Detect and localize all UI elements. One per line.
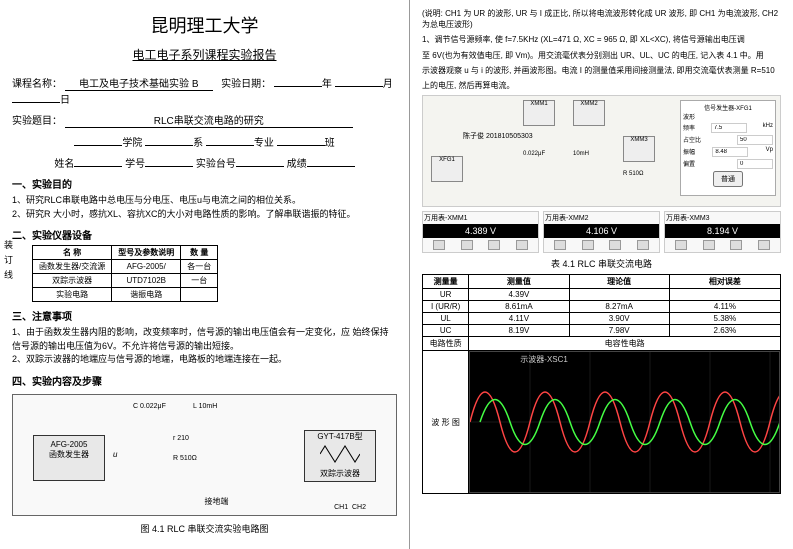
xfg1-box: XFG1 (431, 156, 463, 182)
section3-item1: 1、由于函数发生器内阻的影响，改变频率时，信号源的输出电压值会有一定变化，应 始… (12, 326, 397, 353)
table-row: UR4.39V (423, 289, 781, 301)
oscilloscope[interactable]: 示波器-XSC1 (469, 351, 780, 493)
sim-l: 10mH (573, 151, 589, 157)
meter-xmm2[interactable]: 万用表-XMM24.106 V (543, 211, 660, 253)
xmm2-box: XMM2 (573, 100, 605, 126)
college-field[interactable] (74, 145, 122, 146)
xmm3-box: XMM3 (623, 136, 655, 162)
section4-title: 四、实验内容及步骤 (12, 373, 397, 388)
sim-r: R 510Ω (623, 171, 644, 177)
section1-item1: 1、研究RLC串联电路中总电压与分电压、电压u与电流之间的相位关系。 (12, 194, 397, 208)
amp-input[interactable] (712, 147, 748, 157)
waveform-label: 波形 (683, 112, 773, 121)
topic-row: 实验题目： RLC串联交流电路的研究 (12, 112, 397, 128)
table-row: 实验电路谐振电路 (33, 288, 218, 302)
equipment-table: 名 称型号及参数说明数 量 函数发生器/交流源AFG-2005/各一台 双踪示波… (32, 245, 218, 302)
ch-labels: CH1 CH2 (334, 504, 366, 511)
desc-4: 示波器观察 u 与 i 的波形, 并画波形图。电流 I 的测量值采用间接测量法,… (422, 65, 781, 76)
bench-field[interactable] (236, 166, 284, 167)
affiliation-row: 学院 系 专业 班 (12, 134, 397, 149)
day-field[interactable] (12, 102, 60, 103)
l-label: L 10mH (193, 403, 217, 410)
scope-waveform (470, 352, 779, 492)
major-field[interactable] (206, 145, 254, 146)
section1-title: 一、实验目的 (12, 176, 397, 191)
meter-btn[interactable] (433, 240, 445, 250)
freq-input[interactable] (711, 123, 747, 133)
offset-input[interactable] (737, 159, 773, 169)
score-field[interactable] (307, 166, 355, 167)
ground-label: 接地端 (205, 496, 229, 507)
dept-field[interactable] (145, 145, 193, 146)
class-field[interactable] (277, 145, 325, 146)
section3-title: 三、注意事项 (12, 308, 397, 323)
id-field[interactable] (145, 166, 193, 167)
simulation-diagram: XMM1 XMM2 XMM3 XFG1 陈子俊 201810505303 0.0… (422, 95, 781, 207)
section2-title: 二、实验仪器设备 (12, 227, 397, 242)
duty-input[interactable] (737, 135, 773, 145)
sim-c: 0.022μF (523, 151, 545, 157)
date-label: 实验日期： (221, 79, 271, 90)
waveform-cell-label: 波 形 图 (423, 351, 469, 494)
topic-value: RLC串联交流电路的研究 (65, 112, 353, 128)
afg-box: AFG-2005函数发生器 (33, 435, 105, 481)
course-value: 电工及电子技术基础实验 B (65, 75, 213, 91)
circuit-diagram: AFG-2005函数发生器 GYT-417B型双踪示波器 C 0.022μF L… (12, 394, 397, 516)
signal-gen-panel[interactable]: 信号发生器-XFG1 波形 频率kHz 占空比 振幅Vp 偏置 普通 (680, 100, 776, 196)
name-field[interactable] (74, 166, 122, 167)
table-row: 电路性质电容性电路 (423, 337, 781, 351)
panel-button[interactable]: 普通 (713, 171, 743, 187)
circuit-caption: 图 4.1 RLC 串联交流实验电路图 (12, 522, 397, 535)
desc-3: 至 6V(也为有效值电压, 即 Vm)。用交流毫伏表分别测出 UR、UL、UC … (422, 50, 781, 61)
table-row: UL4.11V3.90V5.38% (423, 313, 781, 325)
meter-xmm3[interactable]: 万用表-XMM38.194 V (664, 211, 781, 253)
xmm1-box: XMM1 (523, 100, 555, 126)
gyt-box: GYT-417B型双踪示波器 (304, 430, 376, 482)
c-label: C 0.022μF (133, 403, 166, 410)
table41-title: 表 4.1 RLC 串联交流电路 (422, 257, 781, 270)
meter1-display: 4.389 V (423, 224, 538, 238)
section3-item2: 2、双踪示波器的地端应与信号源的地端，电路板的地端连接在一起。 (12, 353, 397, 367)
table-row: 双踪示波器UTD7102B一台 (33, 274, 218, 288)
month-field[interactable] (335, 86, 383, 87)
u-label: u (113, 450, 117, 459)
section1-item2: 2、研究R 大小时，感抗XL、容抗XC的大小对电路性质的影响。了解串联谐振的特征… (12, 208, 397, 222)
table-row: 函数发生器/交流源AFG-2005/各一台 (33, 260, 218, 274)
panel-title: 信号发生器-XFG1 (683, 103, 773, 112)
meter-xmm1[interactable]: 万用表-XMM14.389 V (422, 211, 539, 253)
course-label: 课程名称： (12, 79, 62, 90)
table-row: I (UR/R)8.61mA8.27mA4.11% (423, 301, 781, 313)
meters-row: 万用表-XMM14.389 V 万用表-XMM24.106 V 万用表-XMM3… (422, 211, 781, 253)
r2-label: R 510Ω (173, 455, 197, 462)
year-field[interactable] (274, 86, 322, 87)
student-info: 陈子俊 201810505303 (463, 131, 533, 141)
student-row: 姓名 学号 实验台号 成绩 (12, 155, 397, 170)
desc-2: 1、调节信号源频率, 使 f=7.5KHz (XL=471 Ω, XC = 96… (422, 34, 781, 45)
desc-5: 上的电压, 然后再算电流。 (422, 80, 781, 91)
meter3-display: 8.194 V (665, 224, 780, 238)
table-row: UC8.19V7.98V2.63% (423, 325, 781, 337)
meter2-display: 4.106 V (544, 224, 659, 238)
university-title: 昆明理工大学 (12, 12, 397, 38)
binding-note: 装订线 (2, 240, 15, 285)
r-label: r 210 (173, 435, 189, 442)
course-row: 课程名称： 电工及电子技术基础实验 B 实验日期： 年 月 日 (12, 75, 397, 106)
scope-title: 示波器-XSC1 (520, 354, 568, 365)
report-subtitle: 电工电子系列课程实验报告 (12, 46, 397, 63)
measurement-table: 测量量测量值理论值相对误差 UR4.39V I (UR/R)8.61mA8.27… (422, 274, 781, 494)
left-column: 昆明理工大学 电工电子系列课程实验报告 课程名称： 电工及电子技术基础实验 B … (0, 0, 410, 549)
topic-label: 实验题目： (12, 116, 62, 127)
desc-1: (说明: CH1 为 UR 的波形, UR 与 I 成正比, 所以将电流波形转化… (422, 8, 781, 30)
right-column: (说明: CH1 为 UR 的波形, UR 与 I 成正比, 所以将电流波形转化… (410, 0, 793, 549)
